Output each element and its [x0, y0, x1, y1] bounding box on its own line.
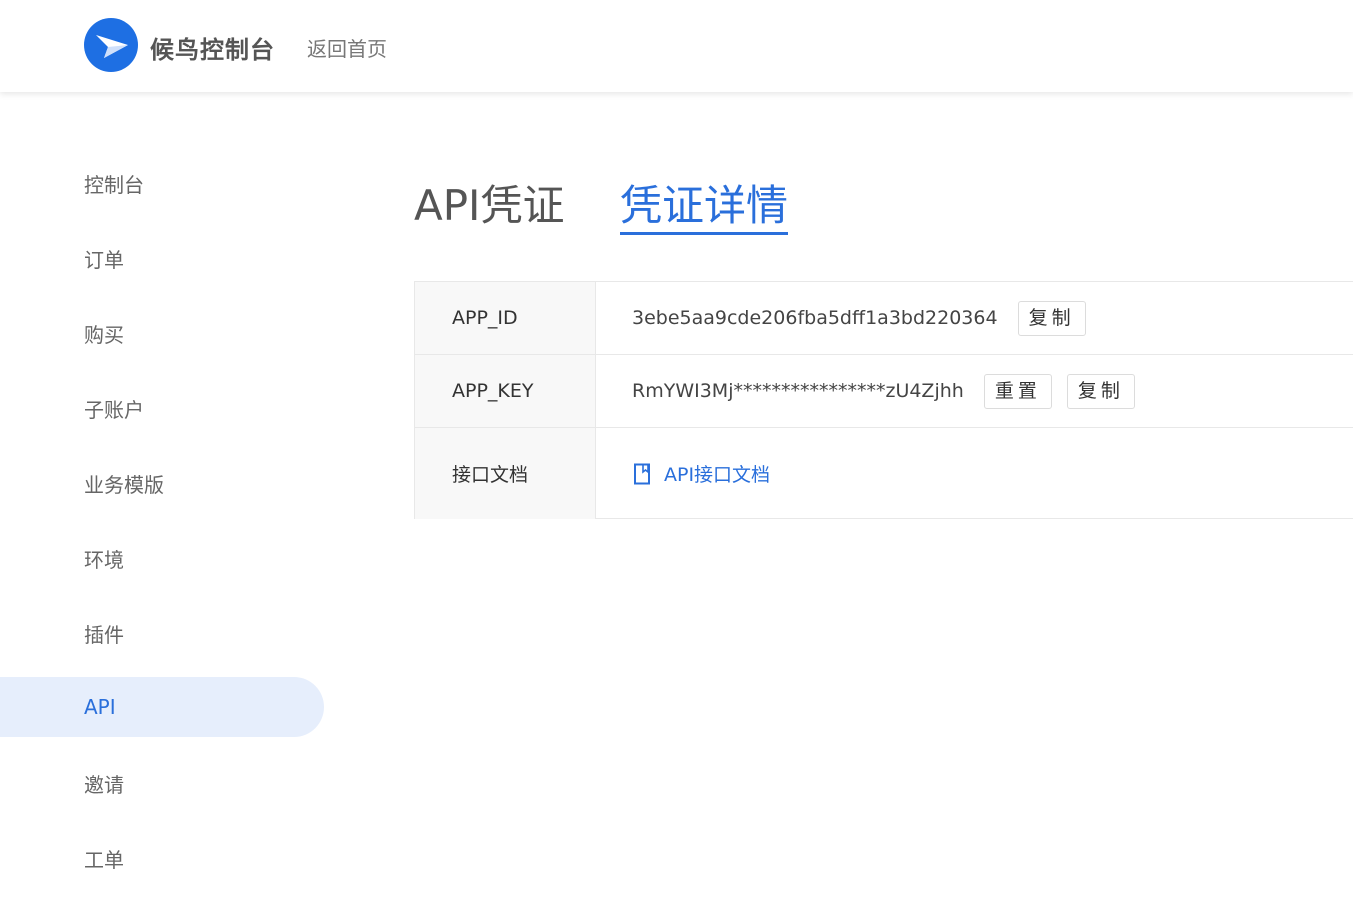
copy-app-key-button[interactable]: 复制 — [1066, 373, 1135, 409]
docs-label: 接口文档 — [415, 428, 596, 519]
credential-table: APP_ID 3ebe5aa9cde206fba5dff1a3bd220364 … — [414, 281, 1353, 519]
sidebar-item-invite[interactable]: 邀请 — [0, 753, 324, 813]
table-row-docs: 接口文档 API接口文档 — [415, 428, 1353, 519]
app-id-value: 3ebe5aa9cde206fba5dff1a3bd220364 — [632, 307, 998, 329]
sidebar: 控制台 订单 购买 子账户 业务模版 环境 插件 API 邀请 工单 — [0, 92, 330, 908]
document-icon — [634, 463, 650, 484]
table-row-app-id: APP_ID 3ebe5aa9cde206fba5dff1a3bd220364 … — [415, 282, 1353, 355]
app-id-label: APP_ID — [415, 282, 596, 354]
copy-app-id-button[interactable]: 复制 — [1017, 300, 1086, 336]
docs-cell: API接口文档 — [632, 428, 770, 519]
sidebar-item-console[interactable]: 控制台 — [0, 153, 324, 213]
sidebar-item-orders[interactable]: 订单 — [0, 228, 324, 288]
sidebar-item-subaccounts[interactable]: 子账户 — [0, 378, 324, 438]
reset-app-key-button[interactable]: 重置 — [983, 373, 1052, 409]
app-id-cell: 3ebe5aa9cde206fba5dff1a3bd220364 复制 — [632, 282, 1086, 354]
tab-credential-details[interactable]: 凭证详情 — [620, 172, 788, 233]
sidebar-item-environment[interactable]: 环境 — [0, 528, 324, 588]
api-docs-link-label: API接口文档 — [664, 464, 771, 486]
active-tab-indicator — [620, 232, 788, 235]
sidebar-item-api[interactable]: API — [0, 677, 324, 737]
sidebar-item-purchase[interactable]: 购买 — [0, 303, 324, 363]
sidebar-item-templates[interactable]: 业务模版 — [0, 453, 324, 513]
app-key-label: APP_KEY — [415, 355, 596, 427]
api-docs-link[interactable]: API接口文档 — [632, 460, 770, 487]
app-key-cell: RmYWI3Mj****************zU4Zjhh 重置 复制 — [632, 355, 1135, 427]
home-link[interactable]: 返回首页 — [307, 33, 387, 62]
tab-api-credentials[interactable]: API凭证 — [414, 172, 564, 233]
top-bar: 候鸟控制台 返回首页 — [0, 0, 1353, 92]
table-row-app-key: APP_KEY RmYWI3Mj****************zU4Zjhh … — [415, 355, 1353, 428]
bird-logo-icon[interactable] — [84, 18, 138, 72]
brand-title: 候鸟控制台 — [150, 36, 275, 64]
sidebar-item-plugins[interactable]: 插件 — [0, 603, 324, 663]
sidebar-item-tickets[interactable]: 工单 — [0, 828, 324, 888]
app-key-value: RmYWI3Mj****************zU4Zjhh — [632, 380, 964, 402]
